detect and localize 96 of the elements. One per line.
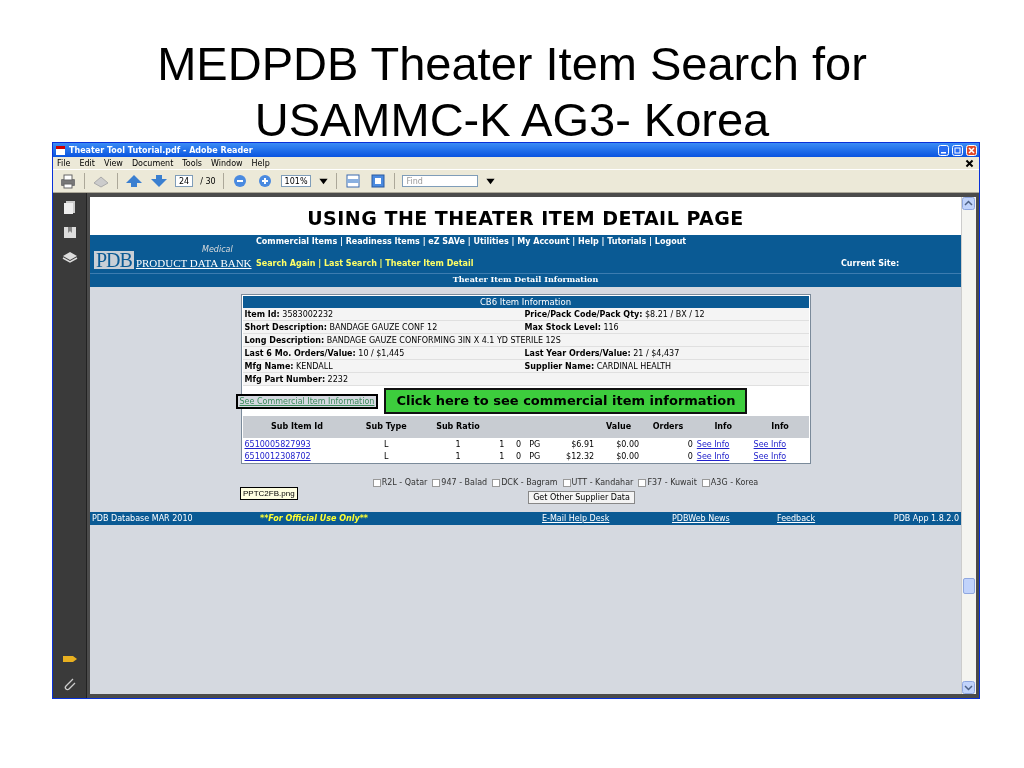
column-header: Value (606, 422, 632, 431)
footer-text: PDB App 1.8.2.0 (893, 514, 959, 523)
checkbox-label: DCK - Bagram (501, 478, 558, 487)
pdf-icon (55, 144, 66, 156)
down-arrow-icon[interactable] (150, 173, 168, 189)
layers-icon[interactable] (61, 249, 78, 265)
checkbox-label: F37 - Kuwait (647, 478, 697, 487)
column-header: Sub Item Id (270, 422, 323, 431)
info-field: Item Id: 3583002232 (244, 308, 525, 320)
close-icon[interactable] (964, 157, 975, 169)
table-cell: 1 (499, 451, 505, 461)
table-link[interactable]: See Info (696, 451, 730, 461)
checkbox[interactable] (432, 478, 441, 487)
column-header: Sub Type (365, 422, 407, 431)
scroll-up-icon[interactable] (962, 197, 975, 210)
footer-link[interactable]: PDBWeb News (672, 514, 777, 523)
menu-item[interactable]: View (103, 158, 123, 168)
navigation-links[interactable]: Commercial Items | Readiness Items | eZ SAVe | Utilities | My Account | Help | Tutorials | Logout (250, 236, 961, 246)
table-cell: 0 (687, 439, 693, 449)
table-link[interactable]: See Info (696, 439, 730, 449)
checkbox-label: R2L - Qatar (381, 478, 428, 487)
table-cell: $12.32 (566, 451, 595, 461)
info-field: Long Description: BANDAGE GAUZE CONFORMING 3IN X 4.1 YD STERILE 12S (244, 334, 809, 346)
logo-name[interactable]: PRODUCT DATA BANK (135, 257, 252, 269)
callout: Click here to see commercial item information (384, 388, 748, 414)
table-cell: $6.91 (571, 439, 595, 449)
window-title: Theater Tool Tutorial.pdf - Adobe Reader (69, 145, 254, 155)
scroll-down-icon[interactable] (962, 681, 975, 694)
footer-text: PDB Database MAR 2010 (92, 514, 194, 523)
checkbox[interactable] (701, 478, 710, 487)
column-header: Info (771, 422, 789, 431)
fit-page-icon[interactable] (369, 173, 388, 189)
info-field: Last 6 Mo. Orders/Value: 10 / $1,445 (244, 347, 525, 359)
page-field[interactable]: 24 (175, 175, 194, 187)
checkbox[interactable] (492, 478, 501, 487)
pages-icon[interactable] (61, 199, 78, 215)
tooltip: PPTC2FB.png (240, 487, 298, 500)
maximize-icon[interactable] (952, 144, 963, 156)
info-field: Supplier Name: CARDINAL HEALTH (524, 360, 809, 372)
menu-item[interactable]: Tools (182, 158, 203, 168)
table-cell: 1 (455, 439, 461, 449)
table-cell: $0.00 (616, 439, 640, 449)
table-cell: 1 (455, 451, 461, 461)
table-cell: L (383, 439, 389, 449)
printer-icon[interactable] (59, 173, 77, 189)
menu-item[interactable]: Help (251, 158, 270, 168)
current-site-label: Current Site: (841, 259, 901, 270)
menu-item[interactable]: Document (131, 158, 174, 168)
table-link[interactable]: See Info (753, 439, 787, 449)
slide-title: MEDPDB Theater Item Search for USAMMC-K AG3- Korea (156, 36, 868, 142)
info-field: Short Description: BANDAGE GAUZE CONF 12 (244, 321, 525, 333)
info-field: Price/Pack Code/Pack Qty: $8.21 / BX / 12 (524, 308, 809, 320)
table-cell: PG (529, 439, 541, 449)
table-cell: L (383, 451, 389, 461)
table-link[interactable]: See Info (753, 451, 787, 461)
info-field: Mfg Part Number: 2232 (244, 373, 809, 385)
menu-item[interactable]: File (57, 158, 71, 168)
info-field: Last Year Orders/Value: 21 / $4,437 (524, 347, 809, 359)
logo-tagline: Medical (202, 245, 233, 254)
page-count: / 30 (200, 176, 216, 186)
menu-item[interactable]: Window (211, 158, 243, 168)
column-header: Info (714, 422, 733, 431)
checkbox-label: UTT - Kandahar (571, 478, 634, 487)
section-title: Theater Item Detail Information (90, 273, 961, 287)
table-cell: PG (529, 451, 541, 461)
info-field: Mfg Name: KENDALL (244, 360, 525, 372)
fit-width-icon[interactable] (344, 173, 363, 189)
footer-text: **For Official Use Only** (260, 514, 370, 523)
minimize-icon[interactable] (938, 144, 949, 156)
bookmark-icon[interactable] (61, 224, 78, 240)
scrollbar-thumb[interactable] (963, 578, 975, 594)
checkbox[interactable] (562, 478, 571, 487)
panel-title: CB6 Item Information (242, 296, 809, 308)
table-cell: 0 (687, 451, 693, 461)
table-link[interactable]: 6510005827993 (244, 439, 311, 449)
column-header: Sub Ratio (436, 422, 480, 431)
info-field: Max Stock Level: 116 (524, 321, 809, 333)
menu-item[interactable]: Edit (79, 158, 95, 168)
logo-mark: PDB (94, 251, 134, 269)
table-cell: 0 (516, 439, 522, 449)
footer-link[interactable]: E-Mail Help Desk (542, 514, 672, 523)
table-cell: 1 (499, 439, 505, 449)
checkbox-label: A3G - Korea (710, 478, 759, 487)
breadcrumb-links[interactable]: Search Again | Last Search | Theater Item Detail (250, 259, 841, 273)
table-link[interactable]: 6510012308702 (244, 451, 311, 461)
footer-link[interactable]: Feedback (777, 514, 894, 523)
table-cell: 0 (516, 451, 522, 461)
zoom-field[interactable]: 101% (280, 175, 312, 187)
checkbox-label: 947 - Balad (441, 478, 488, 487)
page-heading: USING THE THEATER ITEM DETAIL PAGE (90, 197, 961, 235)
table-cell: $0.00 (616, 451, 640, 461)
checkbox[interactable] (638, 478, 647, 487)
checkbox[interactable] (372, 478, 381, 487)
column-header: Orders (652, 422, 684, 431)
up-arrow-icon[interactable] (125, 173, 143, 189)
get-supplier-data-button[interactable]: Get Other Supplier Data (528, 491, 635, 504)
